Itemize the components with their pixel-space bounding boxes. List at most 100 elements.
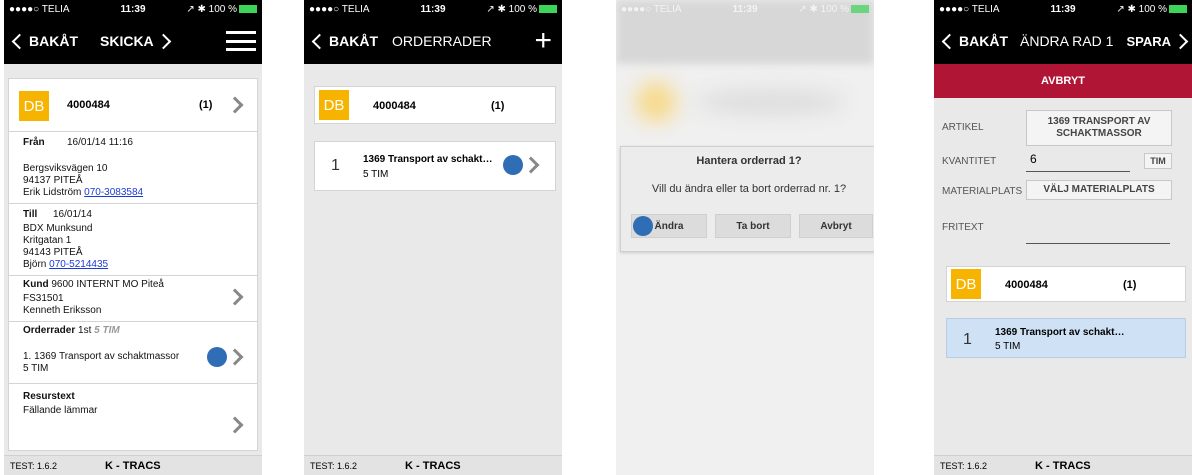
nav-bar: BAKÅT ORDERRADER +	[304, 18, 562, 64]
version-label: TEST: 1.6.2	[310, 460, 358, 471]
orderrow-line[interactable]: 1. 1369 Transport av schaktmassor	[23, 351, 179, 363]
carrier-label: ●●●●○ TELIA	[9, 3, 70, 15]
dialog-title: Hantera orderrad 1?	[696, 155, 802, 167]
chevron-right-icon[interactable]	[226, 348, 244, 366]
chevron-right-icon[interactable]	[522, 156, 540, 174]
divider	[9, 321, 257, 322]
send-label: SKICKA	[100, 33, 154, 49]
plus-icon[interactable]: +	[534, 26, 552, 56]
back-label: BAKÅT	[329, 33, 378, 49]
footer: TEST: 1.6.2 K - TRACS	[4, 455, 262, 475]
row-qty: 5 TIM	[363, 169, 389, 180]
to-label: Till	[23, 209, 38, 220]
cancel-button[interactable]: Avbryt	[799, 214, 873, 238]
quantity-input[interactable]: 6	[1026, 152, 1130, 172]
resource-value: Fällande lämmar	[23, 405, 98, 416]
row-number: 1	[331, 157, 340, 174]
carrier-label: ●●●●○ TELIA	[621, 3, 682, 15]
dialog-message: Vill du ändra eller ta bort orderrad nr.…	[651, 183, 847, 195]
tap-indicator	[633, 216, 653, 236]
chevron-left-icon	[311, 33, 328, 49]
to-name: BDX Munksund	[23, 223, 93, 234]
back-label: BAKÅT	[29, 33, 78, 49]
customer-line[interactable]: Kund 9600 INTERNT MO Piteå	[23, 279, 164, 291]
divider	[9, 275, 257, 276]
battery-label: ↗ ✱ 100 %	[486, 3, 538, 15]
blurred-tile	[636, 82, 676, 122]
save-button[interactable]: SPARA	[1126, 33, 1189, 49]
status-bar: ●●●●○ TELIA 11:39 ↗ ✱ 100 %	[934, 0, 1192, 18]
order-number: 4000484	[373, 100, 416, 112]
quantity-label: KVANTITET	[942, 156, 997, 167]
back-button[interactable]: BAKÅT	[10, 33, 78, 49]
freetext-label: FRITEXT	[942, 222, 984, 233]
carrier-label: ●●●●○ TELIA	[939, 3, 1000, 15]
clock: 11:39	[1050, 3, 1076, 15]
chevron-left-icon	[941, 33, 958, 49]
order-number: 4000484	[67, 99, 110, 111]
orderrow-qty: 5 TIM	[23, 363, 49, 374]
order-header-card[interactable]: DB 4000484 (1)	[314, 86, 556, 124]
clock: 11:39	[732, 3, 758, 15]
from-contact-name: Erik Lidström	[23, 187, 82, 198]
tap-indicator	[207, 347, 227, 367]
clock: 11:39	[420, 3, 446, 15]
row-title: 1369 Transport av schakt…	[363, 154, 493, 165]
material-label: MATERIALPLATS	[942, 186, 1023, 197]
customer-value: 9600 INTERNT MO Piteå	[51, 279, 164, 290]
from-contact: Erik Lidström 070-3083584	[23, 187, 143, 199]
brand-label: K - TRACS	[1035, 459, 1091, 472]
battery-icon	[539, 4, 558, 13]
material-button[interactable]: VÄLJ MATERIALPLATS	[1026, 180, 1172, 200]
version-label: TEST: 1.6.2	[10, 460, 58, 471]
orderrows-label: Orderrader	[23, 325, 76, 336]
orderrow-item[interactable]: 1 1369 Transport av schakt… 5 TIM	[314, 141, 556, 191]
brand-label: K - TRACS	[405, 459, 461, 472]
menu-icon[interactable]	[226, 31, 256, 51]
chevron-left-icon	[11, 33, 28, 49]
from-street: Bergsviksvägen 10	[23, 163, 108, 174]
to-phone-link[interactable]: 070-5214435	[49, 259, 108, 270]
cancel-bar[interactable]: AVBRYT	[934, 64, 1192, 98]
customer-label: Kund	[23, 279, 49, 290]
article-button[interactable]: 1369 TRANSPORT AV SCHAKTMASSOR	[1026, 110, 1172, 146]
footer: TEST: 1.6.2 K - TRACS	[304, 455, 562, 475]
orderrows-qty: 5 TIM	[94, 325, 120, 336]
status-icons: ↗ ✱ 100 %	[474, 3, 558, 15]
order-count: (1)	[491, 100, 505, 112]
send-button[interactable]: SKICKA	[100, 33, 171, 49]
to-city: 94143 PITEÅ	[23, 247, 83, 258]
tap-indicator	[503, 155, 523, 175]
orderrow-item[interactable]: 1 1369 Transport av schakt… 5 TIM	[946, 318, 1186, 358]
divider	[9, 131, 257, 132]
from-phone-link[interactable]: 070-3083584	[84, 187, 143, 198]
chevron-right-icon[interactable]	[226, 288, 244, 306]
orderrows-count: 1st	[78, 325, 92, 336]
battery-icon	[239, 4, 258, 13]
status-bar: ●●●●○ TELIA 11:39 ↗ ✱ 100 %	[4, 0, 262, 18]
delete-button[interactable]: Ta bort	[715, 214, 791, 238]
order-header-card[interactable]: DB 4000484 (1)	[946, 266, 1186, 302]
dialog-screen: ●●●●○ TELIA 11:39 ↗ ✱ 100 % Hantera orde…	[616, 0, 874, 475]
article-label: ARTIKEL	[942, 122, 984, 133]
chevron-right-icon	[155, 33, 171, 49]
battery-label: ↗ ✱ 100 %	[1116, 3, 1168, 15]
back-button[interactable]: BAKÅT	[940, 33, 1008, 49]
freetext-input[interactable]	[1026, 222, 1170, 244]
page-title: ORDERRADER	[392, 33, 492, 49]
back-button[interactable]: BAKÅT	[310, 33, 378, 49]
chevron-right-icon[interactable]	[226, 416, 244, 434]
status-icons: ↗ ✱ 100 %	[1104, 3, 1188, 15]
battery-label: ↗ ✱ 100 %	[798, 3, 850, 15]
unit-badge: TIM	[1144, 153, 1172, 169]
to-contact-name: Björn	[23, 259, 47, 270]
chevron-right-icon	[1172, 33, 1189, 49]
order-card: DB 4000484 (1) Från 16/01/14 11:16 Bergs…	[8, 78, 258, 451]
battery-icon	[851, 4, 870, 13]
order-number: 4000484	[1005, 279, 1048, 291]
chevron-right-icon[interactable]	[226, 96, 244, 114]
customer-contact: Kenneth Eriksson	[23, 305, 102, 316]
footer: TEST: 1.6.2 K - TRACS	[934, 455, 1192, 475]
order-tile: DB	[319, 90, 349, 120]
brand-label: K - TRACS	[105, 459, 161, 472]
